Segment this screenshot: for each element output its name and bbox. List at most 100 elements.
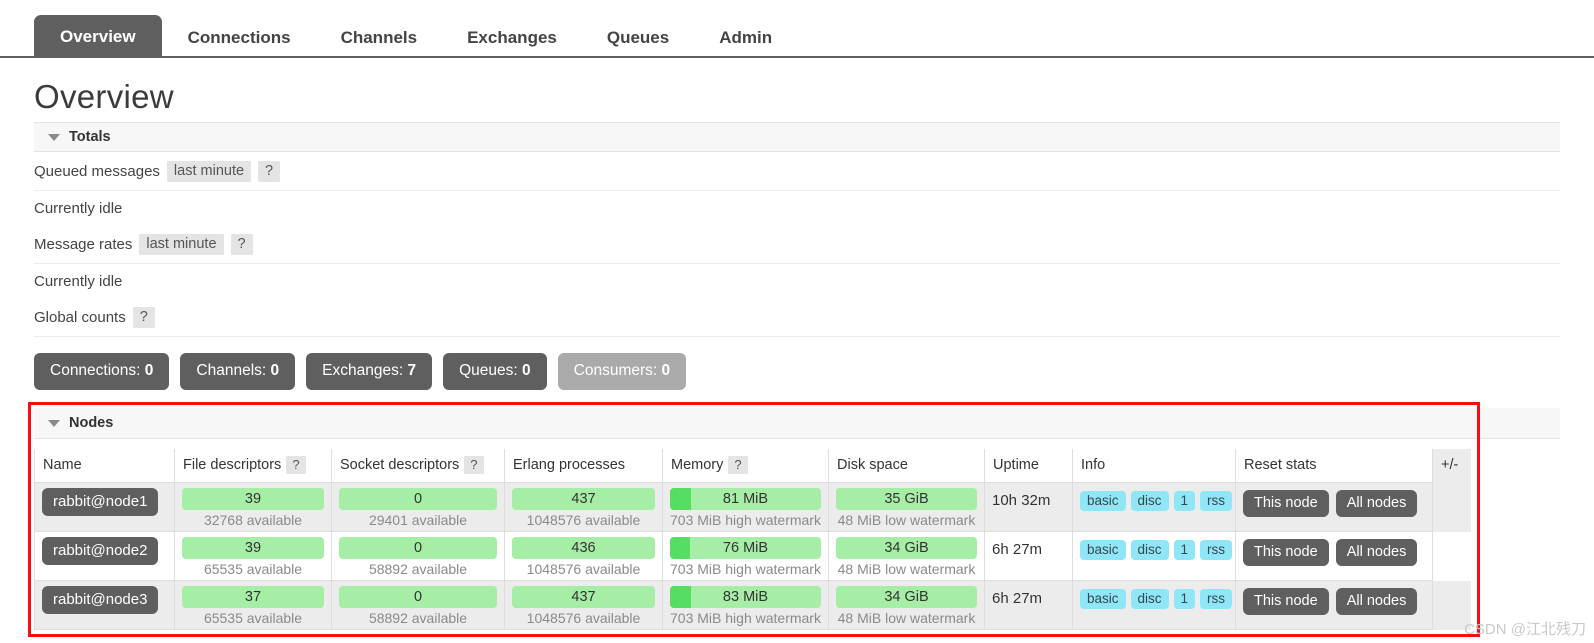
nodes-section-header[interactable]: Nodes	[34, 408, 1560, 439]
memory-bar: 76 MiB	[670, 537, 821, 559]
column-header-erlang-processes[interactable]: Erlang processes	[504, 449, 663, 483]
bar-fill	[670, 488, 692, 510]
count-button-channels[interactable]: Channels: 0	[180, 353, 296, 390]
cell-reset-stats: This node All nodes	[1235, 482, 1433, 532]
totals-section-header[interactable]: Totals	[34, 122, 1560, 152]
reset-this-node-button[interactable]: This node	[1243, 588, 1329, 615]
nodes-table-body: rabbit@node1 39 32768 available 0 29401 …	[34, 482, 1471, 630]
cell-disk-space: 35 GiB 48 MiB low watermark	[828, 482, 985, 532]
socket-descriptors-value: 0	[413, 491, 423, 507]
count-exchanges-label: Exchanges:	[322, 362, 404, 379]
tab-exchanges[interactable]: Exchanges	[443, 19, 581, 58]
reset-this-node-button[interactable]: This node	[1243, 539, 1329, 566]
queued-messages-status: Currently idle	[34, 200, 123, 217]
totals-section-label: Totals	[69, 129, 111, 145]
info-tag-basic[interactable]: basic	[1080, 491, 1126, 511]
disk-space-sub: 48 MiB low watermark	[837, 561, 976, 577]
socket-descriptors-help-icon[interactable]: ?	[464, 456, 484, 474]
tab-overview-label: Overview	[60, 27, 136, 46]
tab-queues[interactable]: Queues	[583, 19, 693, 58]
column-header-info[interactable]: Info	[1072, 449, 1236, 483]
message-rates-period-selector[interactable]: last minute	[139, 234, 224, 255]
node-name-badge[interactable]: rabbit@node2	[42, 537, 159, 565]
info-tag-disc[interactable]: disc	[1130, 540, 1169, 560]
reset-all-nodes-button[interactable]: All nodes	[1335, 588, 1418, 615]
column-header-reset-stats-label: Reset stats	[1244, 457, 1317, 473]
column-toggle-plusminus[interactable]: +/-	[1432, 449, 1471, 483]
count-button-queues[interactable]: Queues: 0	[443, 353, 547, 390]
info-tag-basic[interactable]: basic	[1080, 589, 1126, 609]
socket-descriptors-bar: 0	[339, 488, 497, 510]
column-header-uptime[interactable]: Uptime	[984, 449, 1073, 483]
tab-overview[interactable]: Overview	[34, 15, 162, 58]
info-tag-disc[interactable]: disc	[1130, 589, 1169, 609]
file-descriptors-help-icon[interactable]: ?	[286, 456, 306, 474]
column-header-memory[interactable]: Memory?	[662, 449, 829, 483]
socket-descriptors-value: 0	[413, 589, 423, 605]
memory-bar: 81 MiB	[670, 488, 821, 510]
erlang-processes-bar: 436	[512, 537, 655, 559]
cell-reset-stats: This node All nodes	[1235, 580, 1433, 630]
memory-help-icon[interactable]: ?	[728, 456, 748, 474]
column-header-file-descriptors[interactable]: File descriptors?	[174, 449, 332, 483]
info-tag-rss[interactable]: rss	[1200, 540, 1233, 560]
memory-bar: 83 MiB	[670, 586, 821, 608]
chevron-down-icon	[48, 133, 60, 141]
reset-this-node-button[interactable]: This node	[1243, 490, 1329, 517]
cell-file-descriptors: 39 65535 available	[174, 531, 332, 581]
main-navigation: Overview Connections Channels Exchanges …	[0, 0, 1594, 58]
queued-messages-label: Queued messages	[34, 163, 160, 180]
reset-all-nodes-button[interactable]: All nodes	[1335, 490, 1418, 517]
tab-channels[interactable]: Channels	[317, 19, 442, 58]
page-body: Overview Totals Queued messages last min…	[0, 78, 1594, 408]
count-button-exchanges[interactable]: Exchanges: 7	[306, 353, 433, 390]
cell-file-descriptors: 39 32768 available	[174, 482, 332, 532]
erlang-processes-sub: 1048576 available	[526, 512, 641, 528]
column-header-name[interactable]: Name	[34, 449, 175, 483]
count-button-consumers[interactable]: Consumers: 0	[557, 353, 687, 390]
info-tag-disc[interactable]: disc	[1130, 491, 1169, 511]
column-header-socket-descriptors[interactable]: Socket descriptors?	[331, 449, 505, 483]
nodes-section: Nodes Name File descriptors? Socket desc…	[0, 408, 1594, 630]
column-toggle-plusminus-label: +/-	[1441, 457, 1459, 474]
queued-messages-period-selector[interactable]: last minute	[166, 161, 252, 182]
info-tag-count[interactable]: 1	[1173, 589, 1196, 609]
bar-fill	[670, 586, 692, 608]
info-tag-rss[interactable]: rss	[1200, 491, 1233, 511]
queued-messages-help-icon[interactable]: ?	[258, 161, 281, 182]
count-channels-label: Channels:	[196, 362, 267, 379]
count-button-connections[interactable]: Connections: 0	[34, 353, 170, 390]
message-rates-label: Message rates	[34, 236, 133, 253]
cell-plusminus	[1432, 531, 1471, 581]
message-rates-row: Message rates last minute ?	[34, 225, 1560, 264]
node-name-badge[interactable]: rabbit@node1	[42, 488, 159, 516]
reset-stats-buttons: This node All nodes	[1243, 537, 1425, 566]
info-tag-rss[interactable]: rss	[1200, 589, 1233, 609]
rabbitmq-management-page: Overview Connections Channels Exchanges …	[0, 0, 1594, 643]
cell-info: basic disc 1 rss	[1072, 580, 1236, 630]
reset-all-nodes-button[interactable]: All nodes	[1335, 539, 1418, 566]
tab-admin[interactable]: Admin	[695, 19, 796, 58]
bar-fill	[670, 537, 690, 559]
nodes-table: Name File descriptors? Socket descriptor…	[34, 449, 1471, 630]
info-tags: basic disc 1 rss	[1080, 586, 1233, 609]
column-header-disk-space[interactable]: Disk space	[828, 449, 985, 483]
node-name-badge[interactable]: rabbit@node3	[42, 586, 159, 614]
global-counts-help-icon[interactable]: ?	[132, 307, 155, 328]
message-rates-help-icon[interactable]: ?	[230, 234, 253, 255]
file-descriptors-sub: 65535 available	[203, 561, 303, 577]
column-header-erlang-processes-label: Erlang processes	[513, 457, 626, 473]
column-header-reset-stats[interactable]: Reset stats	[1235, 449, 1433, 483]
memory-sub: 703 MiB high watermark	[670, 610, 821, 626]
tab-connections[interactable]: Connections	[164, 19, 315, 58]
cell-uptime: 6h 27m	[984, 580, 1073, 630]
column-header-name-label: Name	[43, 457, 82, 473]
erlang-processes-value: 437	[571, 491, 596, 507]
info-tag-count[interactable]: 1	[1173, 491, 1196, 511]
erlang-processes-bar: 437	[512, 488, 655, 510]
info-tag-basic[interactable]: basic	[1080, 540, 1126, 560]
socket-descriptors-bar: 0	[339, 537, 497, 559]
erlang-processes-sub: 1048576 available	[526, 561, 641, 577]
cell-memory: 81 MiB 703 MiB high watermark	[662, 482, 829, 532]
info-tag-count[interactable]: 1	[1173, 540, 1196, 560]
